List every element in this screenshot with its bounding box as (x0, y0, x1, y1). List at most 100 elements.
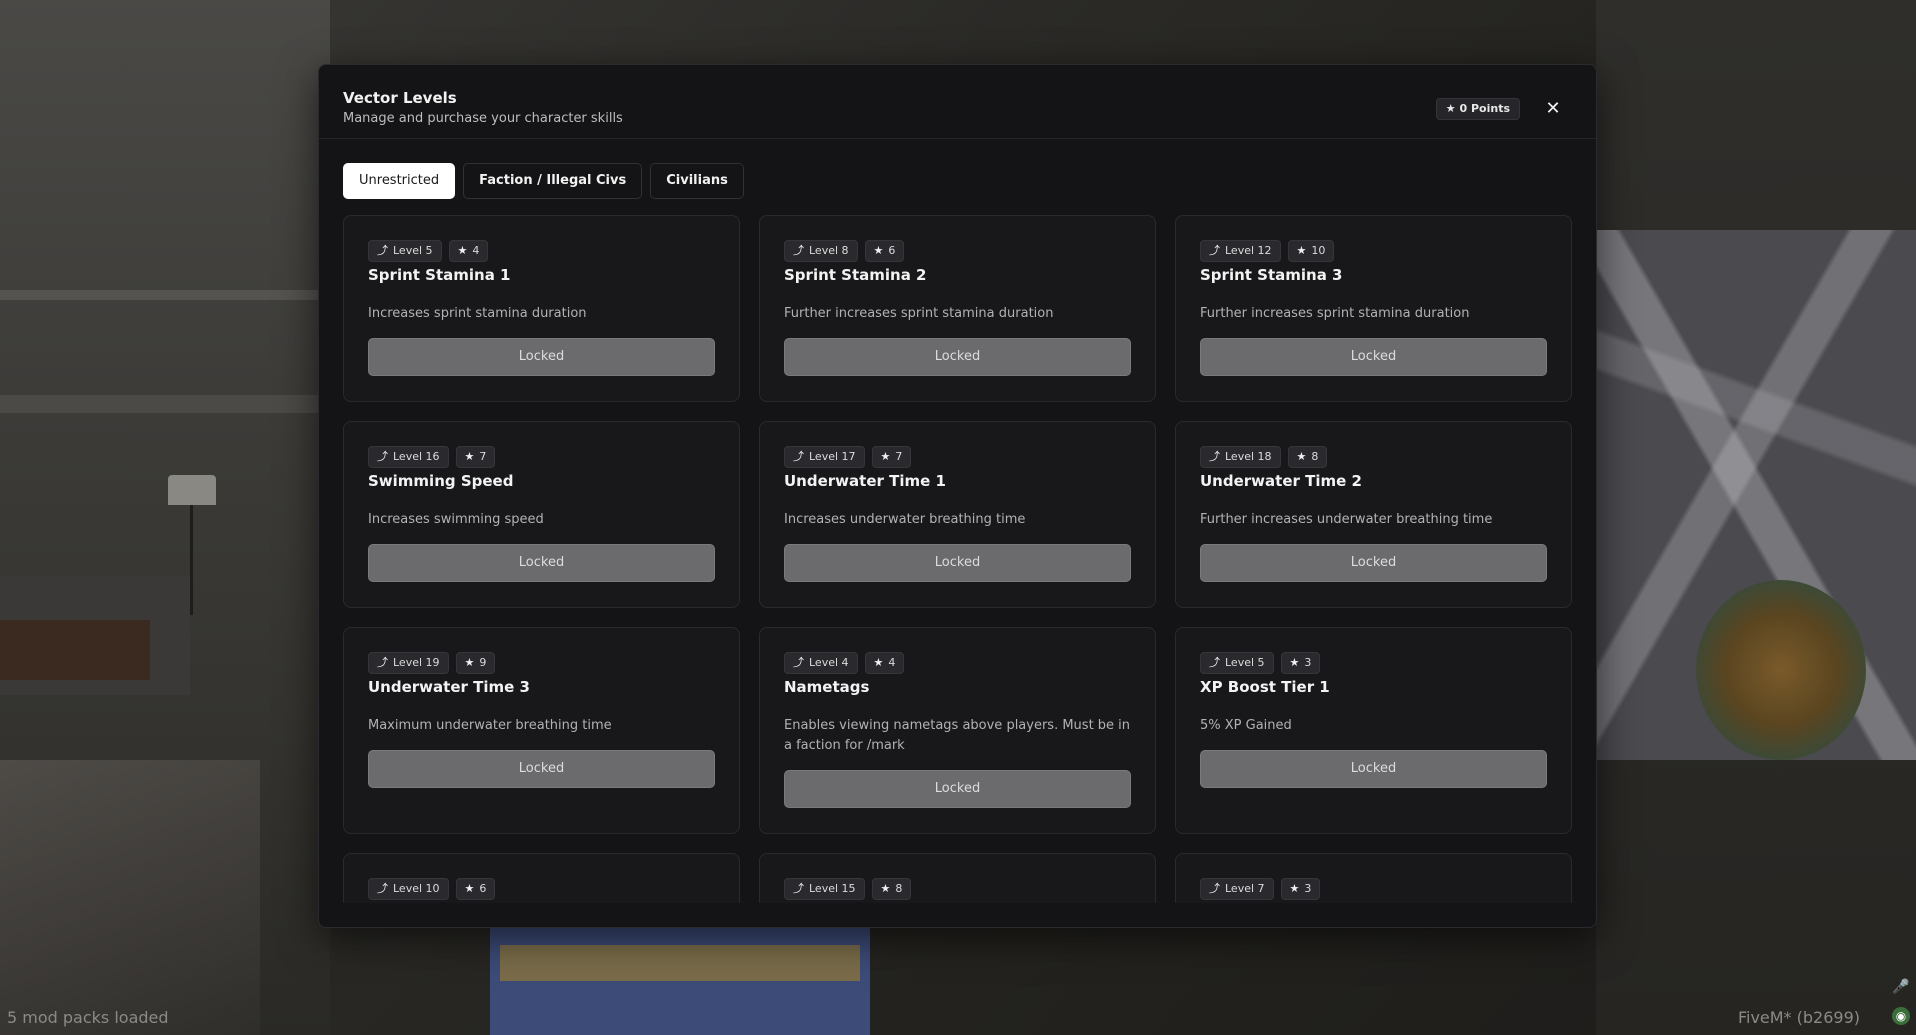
background-shelf (0, 395, 330, 413)
locked-button[interactable]: Locked (784, 338, 1131, 376)
level-badge: ⤴ Level 5 (368, 240, 442, 262)
level-up-arrow-icon: ⤴ (377, 882, 388, 895)
level-up-arrow-icon: ⤴ (1209, 882, 1220, 895)
level-up-arrow-icon: ⤴ (377, 450, 388, 463)
cost-badge: ★ 3 (1280, 652, 1321, 674)
level-badge: ⤴ Level 7 (1200, 878, 1274, 900)
skills-grid: ⤴ Level 5 ★ 4 Sprint Stamina 1 Increases s… (343, 215, 1572, 903)
background-room-left (0, 0, 330, 1035)
star-icon: ★ (464, 450, 475, 463)
skill-title: Underwater Time 1 (784, 472, 946, 490)
background-decorative-plate (1696, 580, 1866, 760)
category-tabs: Unrestricted Faction / Illegal Civs Civi… (343, 163, 744, 199)
tab-unrestricted[interactable]: Unrestricted (343, 163, 456, 199)
skill-title: Swimming Speed (368, 472, 514, 490)
level-up-arrow-icon: ⤴ (1209, 656, 1220, 669)
background-bed (0, 620, 150, 680)
level-badge: ⤴ Level 15 (784, 878, 865, 900)
skill-card: ⤴ Level 4 ★ 4 Nametags Enables viewing nam… (759, 627, 1156, 834)
cost-badge: ★ 10 (1287, 240, 1335, 262)
skill-card: ⤴ Level 18 ★ 8 Underwater Time 2 Further i… (1175, 421, 1572, 608)
skill-description: Enables viewing nametags above players. … (784, 718, 1131, 753)
cost-badge: ★ 3 (1280, 878, 1321, 900)
cost-badge: ★ 8 (1287, 446, 1328, 468)
locked-button[interactable]: Locked (784, 770, 1131, 808)
skill-description: Increases sprint stamina duration (368, 306, 587, 321)
cost-badge: ★ 6 (864, 240, 905, 262)
star-icon: ★ (880, 450, 891, 463)
level-badge: ⤴ Level 4 (784, 652, 858, 674)
level-badge: ⤴ Level 19 (368, 652, 449, 674)
skill-description: 5% XP Gained (1200, 718, 1292, 733)
modal-header: Vector Levels Manage and purchase your c… (319, 65, 1596, 139)
skill-title: Underwater Time 2 (1200, 472, 1362, 490)
level-badge: ⤴ Level 18 (1200, 446, 1281, 468)
skill-description: Maximum underwater breathing time (368, 718, 612, 733)
skill-card: ⤴ Level 12 ★ 10 Sprint Stamina 3 Further i… (1175, 215, 1572, 402)
close-button[interactable]: ✕ (1542, 98, 1564, 120)
level-badge: ⤴ Level 5 (1200, 652, 1274, 674)
cost-badge: ★ 4 (448, 240, 489, 262)
cost-badge: ★ 4 (864, 652, 905, 674)
star-icon: ★ (457, 244, 468, 257)
background-lamp-stand (190, 505, 193, 615)
locked-button[interactable]: Locked (1200, 544, 1547, 582)
skill-card: ⤴ Level 8 ★ 6 Sprint Stamina 2 Further inc… (759, 215, 1156, 402)
skill-title: Nametags (784, 678, 870, 696)
cost-badge: ★ 6 (455, 878, 496, 900)
vector-levels-modal: Vector Levels Manage and purchase your c… (318, 64, 1597, 928)
locked-button[interactable]: Locked (368, 338, 715, 376)
modal-title: Vector Levels (343, 89, 457, 107)
skill-description: Further increases sprint stamina duratio… (784, 306, 1054, 321)
level-up-arrow-icon: ⤴ (377, 656, 388, 669)
cost-badge: ★ 9 (455, 652, 496, 674)
locked-button[interactable]: Locked (1200, 750, 1547, 788)
tab-civilians[interactable]: Civilians (650, 163, 744, 199)
skill-title: Underwater Time 3 (368, 678, 530, 696)
level-badge: ⤴ Level 10 (368, 878, 449, 900)
locked-button[interactable]: Locked (368, 544, 715, 582)
cost-badge: ★ 7 (871, 446, 912, 468)
level-up-arrow-icon: ⤴ (793, 882, 804, 895)
level-up-arrow-icon: ⤴ (793, 656, 804, 669)
level-badge: ⤴ Level 16 (368, 446, 449, 468)
tab-faction-illegal-civs[interactable]: Faction / Illegal Civs (463, 163, 643, 199)
microphone-icon: 🎤 (1892, 979, 1910, 995)
background-lamp (168, 475, 216, 505)
star-icon: ★ (1289, 656, 1300, 669)
skill-description: Increases underwater breathing time (784, 512, 1026, 527)
level-up-arrow-icon: ⤴ (793, 244, 804, 257)
cost-badge: ★ 7 (455, 446, 496, 468)
level-up-arrow-icon: ⤴ (1209, 244, 1220, 257)
skill-card: ⤴ Level 10 ★ 6 (343, 853, 740, 903)
locked-button[interactable]: Locked (368, 750, 715, 788)
skill-card: ⤴ Level 5 ★ 4 Sprint Stamina 1 Increases s… (343, 215, 740, 402)
skills-scroll-area[interactable]: ⤴ Level 5 ★ 4 Sprint Stamina 1 Increases s… (343, 215, 1572, 903)
skill-card: ⤴ Level 7 ★ 3 (1175, 853, 1572, 903)
star-icon: ★ (873, 656, 884, 669)
skill-title: XP Boost Tier 1 (1200, 678, 1330, 696)
level-badge: ⤴ Level 17 (784, 446, 865, 468)
level-up-arrow-icon: ⤴ (377, 244, 388, 257)
background-floor (0, 760, 260, 1035)
skill-card: ⤴ Level 5 ★ 3 XP Boost Tier 1 5% XP Gained… (1175, 627, 1572, 834)
mod-packs-status: 5 mod packs loaded (7, 1008, 169, 1027)
level-up-arrow-icon: ⤴ (1209, 450, 1220, 463)
locked-button[interactable]: Locked (784, 544, 1131, 582)
star-icon: ★ (1296, 450, 1307, 463)
level-badge: ⤴ Level 8 (784, 240, 858, 262)
skill-card: ⤴ Level 19 ★ 9 Underwater Time 3 Maximum u… (343, 627, 740, 834)
star-icon: ★ (1445, 102, 1456, 115)
star-icon: ★ (1289, 882, 1300, 895)
locked-button[interactable]: Locked (1200, 338, 1547, 376)
skill-card: ⤴ Level 15 ★ 8 (759, 853, 1156, 903)
star-icon: ★ (464, 882, 475, 895)
skill-description: Further increases underwater breathing t… (1200, 512, 1493, 527)
background-shelf (0, 290, 330, 300)
points-label: 0 Points (1459, 102, 1510, 115)
skill-card: ⤴ Level 17 ★ 7 Underwater Time 1 Increases… (759, 421, 1156, 608)
skill-title: Sprint Stamina 2 (784, 266, 927, 284)
star-icon: ★ (1296, 244, 1307, 257)
fivem-build-label: FiveM* (b2699) (1737, 1008, 1860, 1027)
skill-title: Sprint Stamina 3 (1200, 266, 1343, 284)
